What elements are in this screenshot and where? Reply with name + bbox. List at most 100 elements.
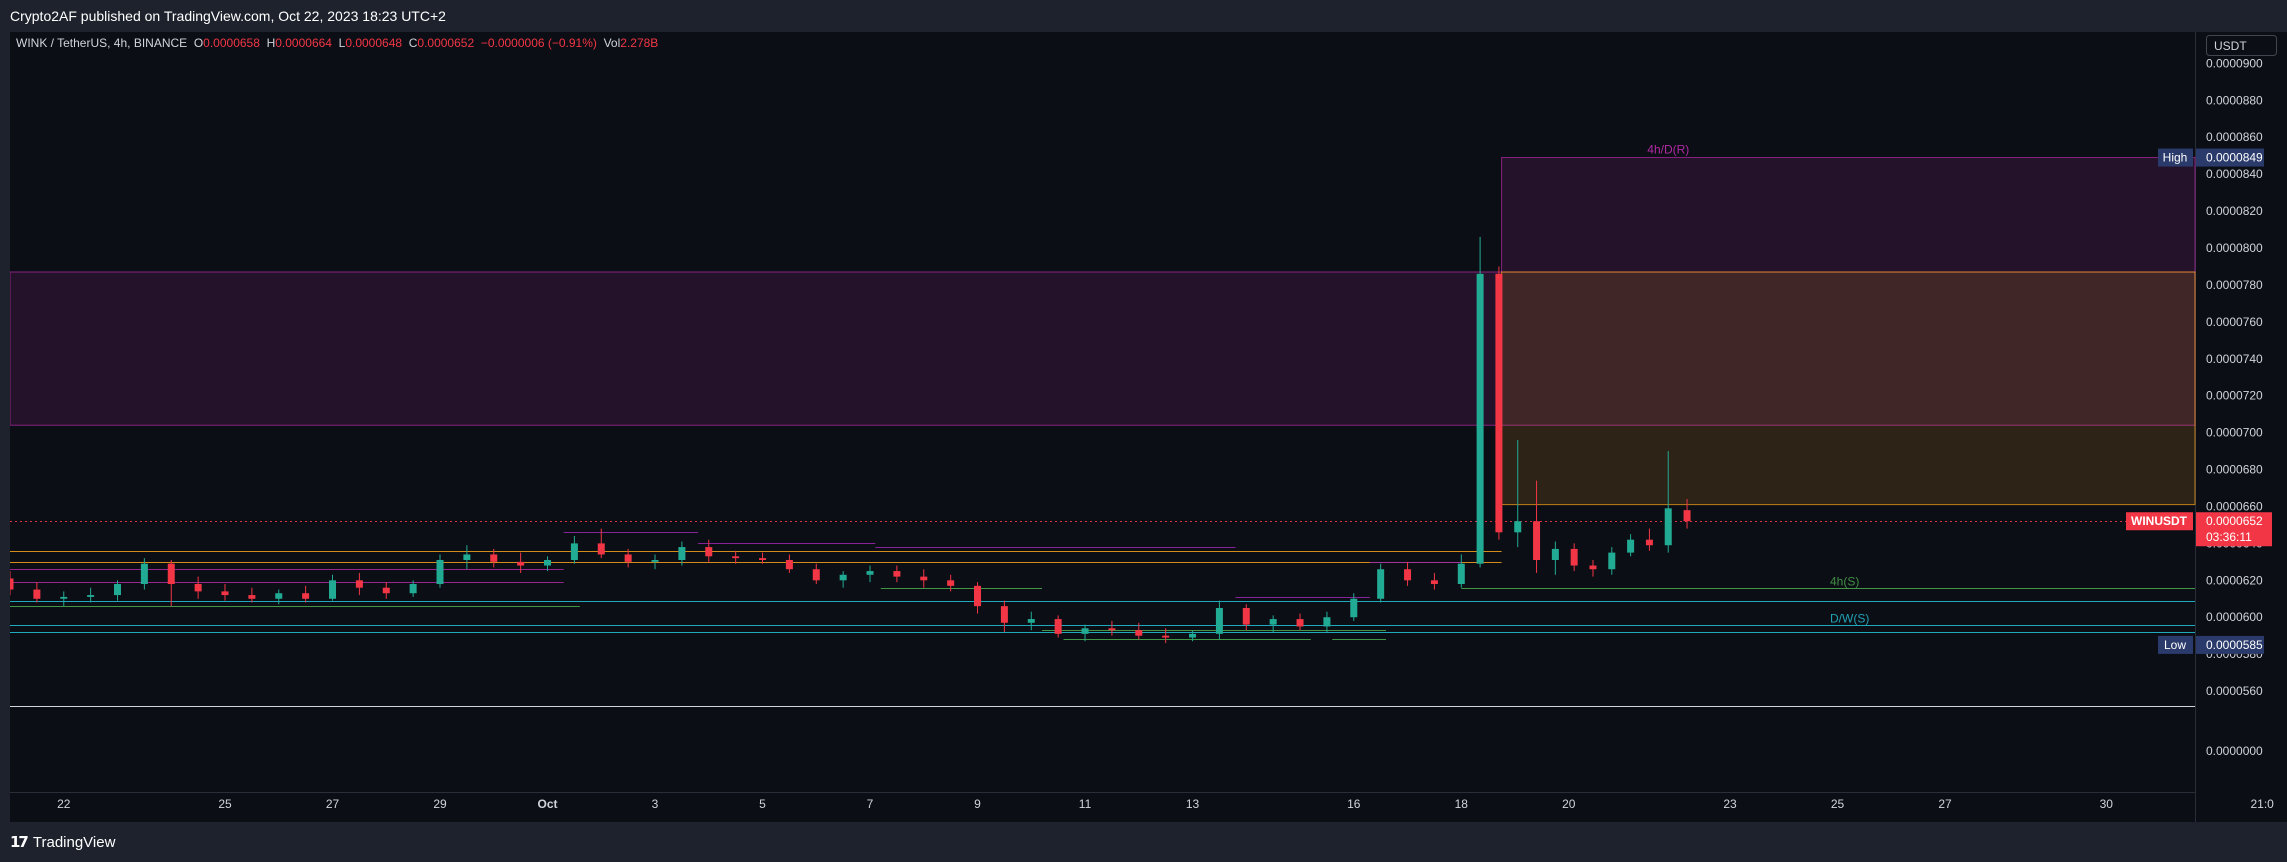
candle-body-53 [1430, 580, 1438, 584]
candle-body-51 [1377, 569, 1385, 599]
candle-body-7 [194, 584, 202, 592]
candle-body-66 [1683, 510, 1691, 522]
level-label-1: 4h(S) [1830, 575, 1859, 589]
candle-body-11 [302, 593, 310, 599]
x-tick-10: 13 [1186, 797, 1200, 811]
candle-body-10 [275, 593, 283, 599]
candle-body-17 [463, 554, 471, 560]
y-tick-1: 0.0000880 [2206, 93, 2263, 107]
candle-body-48 [1296, 619, 1304, 627]
candle-body-32 [866, 571, 874, 575]
symbol-line-part-3: H [260, 36, 275, 50]
candle-body-49 [1323, 617, 1331, 627]
x-tick-17: 30 [2100, 797, 2114, 811]
y-tick-3: 0.0000840 [2206, 167, 2263, 181]
candle-body-31 [839, 574, 847, 581]
brand-name: TradingView [32, 833, 116, 851]
candle-body-54 [1457, 563, 1465, 584]
x-tick-11: 16 [1347, 797, 1361, 811]
published-line: Crypto2AF published on TradingView.com, … [10, 8, 446, 24]
y-tick-15: 0.0000600 [2206, 610, 2263, 624]
price-chart[interactable]: 4h/D(R) 4h(S) D/W(S) WINK / TetherUS, 4h, B… [10, 32, 2287, 822]
y-tick-6: 0.0000780 [2206, 278, 2263, 292]
candle-body-4 [114, 584, 122, 596]
y-tick-7: 0.0000760 [2206, 315, 2263, 329]
y-tick-9: 0.0000720 [2206, 389, 2263, 403]
candle-body-16 [436, 560, 444, 584]
candle-body-23 [624, 554, 632, 562]
x-tick-14: 23 [1723, 797, 1737, 811]
symbol-line-part-1: O [191, 36, 204, 50]
candle-body-9 [248, 595, 256, 599]
x-tick-2: 27 [326, 797, 340, 811]
y-tick-2: 0.0000860 [2206, 130, 2263, 144]
x-tick-8: 9 [974, 797, 981, 811]
symbol-line-part-7: C [402, 36, 418, 50]
candle-body-59 [1551, 548, 1559, 560]
y-tick-17: 0.0000560 [2206, 684, 2263, 698]
y-tick-5: 0.0000800 [2206, 241, 2263, 255]
candle-body-15 [409, 584, 417, 594]
candle-body-45 [1215, 608, 1223, 634]
candle-body-30 [812, 569, 820, 581]
zone-1 [1501, 157, 2196, 273]
x-tick-0: 22 [57, 797, 71, 811]
zone-label-1: 4h/D(R) [1647, 143, 1689, 157]
zone-2 [1501, 271, 2196, 506]
candle-body-5 [140, 563, 148, 584]
candle-body-62 [1608, 552, 1616, 570]
x-tick-4: Oct [538, 797, 558, 811]
y-tick-10: 0.0000700 [2206, 426, 2263, 440]
candle-body-12 [329, 580, 337, 599]
candle-body-52 [1404, 569, 1412, 581]
last-price-countdown: 03:36:11 [2206, 530, 2252, 544]
candle-body-44 [1189, 633, 1197, 638]
candle-body-47 [1269, 619, 1277, 625]
y-tick-12: 0.0000660 [2206, 499, 2263, 513]
candle-body-55 [1476, 273, 1484, 564]
candle-body-8 [221, 591, 229, 596]
high-marker-value: 0.0000849 [2206, 151, 2263, 165]
published-header: Crypto2AF published on TradingView.com, … [0, 0, 2287, 32]
candle-body-1 [33, 589, 41, 599]
candle-body-22 [597, 543, 605, 555]
candle-body-24 [651, 560, 659, 562]
x-tick-5: 3 [652, 797, 659, 811]
candle-body-43 [1162, 635, 1170, 638]
symbol-line-part-6: 0.0000648 [345, 36, 402, 50]
x-tick-6: 5 [759, 797, 766, 811]
low-marker-label: Low [2164, 638, 2186, 652]
candle-body-60 [1570, 548, 1578, 566]
y-tick-0: 0.0000900 [2206, 56, 2263, 70]
candle-body-46 [1242, 608, 1250, 625]
chart-pane[interactable]: 4h/D(R) 4h(S) D/W(S) WINK / TetherUS, 4h, B… [10, 32, 2287, 822]
candle-body-18 [490, 554, 498, 562]
x-tick-1: 25 [218, 797, 232, 811]
candle-body-61 [1589, 565, 1597, 570]
tradingview-logo[interactable]: 17 TradingView [10, 833, 115, 851]
candle-body-64 [1645, 539, 1653, 546]
x-tick-12: 18 [1455, 797, 1469, 811]
high-marker-label: High [2163, 151, 2188, 165]
candle-body-26 [705, 547, 713, 557]
x-tick-7: 7 [867, 797, 874, 811]
tradingview-logo-icon: 17 [10, 833, 29, 851]
symbol-line-part-4: 0.0000664 [275, 36, 332, 50]
candle-body-50 [1350, 598, 1358, 618]
candle-body-33 [893, 571, 901, 577]
candle-body-58 [1533, 521, 1541, 560]
footer-bar: 17 TradingView [0, 822, 2287, 862]
symbol-line-part-0: WINK / TetherUS, 4h, BINANCE [16, 36, 191, 50]
candle-body-42 [1135, 630, 1143, 636]
candle-body-2 [60, 596, 68, 599]
candle-body-29 [785, 560, 793, 570]
candle-body-56 [1495, 273, 1503, 533]
candle-body-14 [382, 587, 390, 594]
candle-body-37 [1000, 606, 1008, 623]
candle-body-21 [570, 543, 578, 560]
candle-body-0 [10, 578, 14, 590]
candle-body-20 [544, 560, 552, 566]
y-tick-14: 0.0000620 [2206, 573, 2263, 587]
x-tick-16: 27 [1938, 797, 1952, 811]
y-tick-4: 0.0000820 [2206, 204, 2263, 218]
